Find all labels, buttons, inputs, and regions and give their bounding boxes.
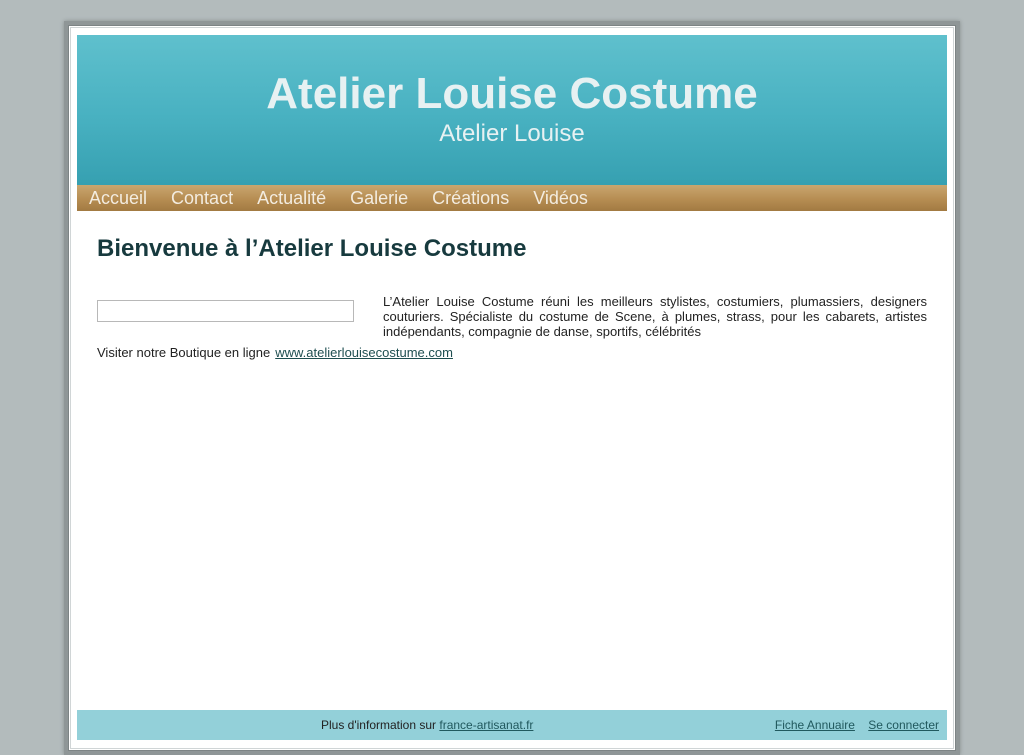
nav-item-creations[interactable]: Créations [432,185,509,211]
france-artisanat-link[interactable]: france-artisanat.fr [439,718,533,732]
nav-item-contact[interactable]: Contact [171,185,233,211]
nav-item-galerie[interactable]: Galerie [350,185,408,211]
shop-website-link[interactable]: www.atelierlouisecostume.com [275,345,453,360]
main-navigation: Accueil Contact Actualité Galerie Créati… [77,185,947,211]
site-title: Atelier Louise Costume [266,69,758,118]
nav-item-actualite[interactable]: Actualité [257,185,326,211]
image-placeholder [97,300,354,322]
login-link[interactable]: Se connecter [868,718,939,732]
footer-info: Plus d'information sur france-artisanat.… [321,718,533,732]
nav-item-videos[interactable]: Vidéos [533,185,588,211]
intro-paragraph: L’Atelier Louise Costume réuni les meill… [383,294,927,339]
footer-info-label: Plus d'information sur [321,718,437,732]
site-footer: Plus d'information sur france-artisanat.… [77,710,947,740]
visit-shop-line: Visiter notre Boutique en ligne www.ateli… [97,345,453,360]
footer-links: Fiche Annuaire Se connecter [765,718,939,732]
page-heading: Bienvenue à l’Atelier Louise Costume [97,235,527,262]
nav-item-accueil[interactable]: Accueil [89,185,147,211]
site-subtitle: Atelier Louise [439,120,585,147]
visit-shop-label: Visiter notre Boutique en ligne [97,345,271,360]
site-header: Atelier Louise Costume Atelier Louise [77,35,947,185]
fiche-annuaire-link[interactable]: Fiche Annuaire [775,718,855,732]
